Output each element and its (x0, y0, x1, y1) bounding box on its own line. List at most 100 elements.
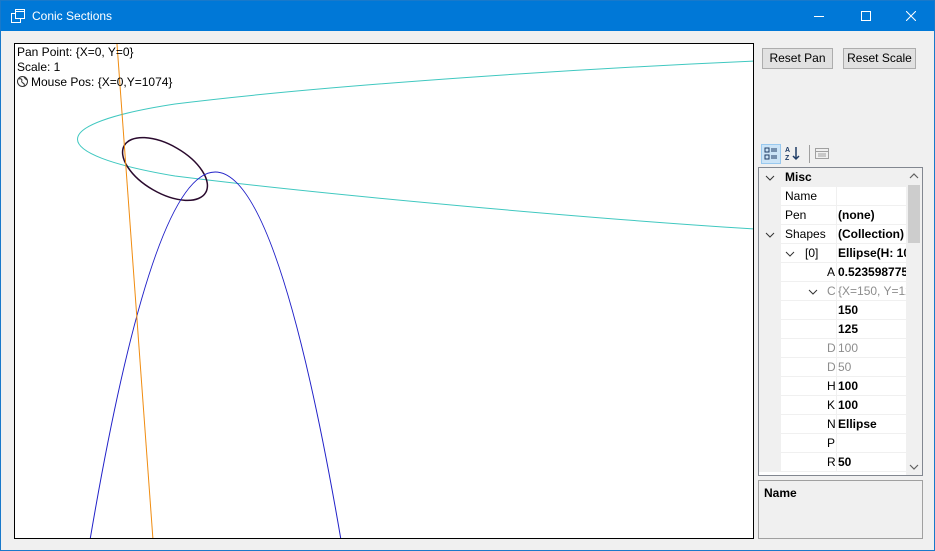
svg-text:Z: Z (785, 155, 790, 162)
pan-point-label: Pan Point: {X=0, Y=0} (17, 45, 134, 59)
property-value[interactable]: 100 (836, 339, 906, 358)
scroll-up-icon[interactable] (909, 172, 919, 180)
property-value[interactable]: 50 (836, 453, 906, 472)
property-value[interactable]: Ellipse (836, 415, 906, 434)
property-row-center-x[interactable]: 150 (759, 301, 906, 320)
property-name: P (827, 436, 836, 450)
help-pane: Name (758, 480, 923, 539)
row-margin (759, 415, 781, 434)
property-row-name[interactable]: Name (759, 187, 906, 206)
maximize-button[interactable] (843, 1, 889, 31)
property-pages-icon (815, 148, 829, 159)
row-margin (759, 320, 781, 339)
row-margin (759, 244, 781, 263)
property-name: R (827, 455, 836, 469)
reset-pan-button[interactable]: Reset Pan (762, 48, 833, 69)
row-margin (759, 282, 781, 301)
globe-icon (17, 76, 28, 87)
property-row-item-0[interactable]: [0] Ellipse(H: 100 (759, 244, 906, 263)
maximize-icon (861, 11, 871, 21)
property-value[interactable]: 150 (836, 301, 906, 320)
vertical-scrollbar[interactable] (906, 168, 922, 475)
name-cell: Shapes (781, 225, 836, 244)
svg-text:A: A (785, 147, 790, 154)
name-cell: N (781, 415, 836, 434)
close-icon (906, 11, 916, 21)
row-margin (759, 396, 781, 415)
property-row-n[interactable]: N Ellipse (759, 415, 906, 434)
property-name: C (827, 284, 836, 298)
category-cell: Misc (781, 168, 906, 187)
app-window-icon (11, 9, 25, 23)
property-name: N (827, 417, 836, 431)
row-margin (759, 453, 781, 472)
name-cell: D (781, 339, 836, 358)
reset-scale-button[interactable]: Reset Scale (843, 48, 916, 69)
name-cell: Name (781, 187, 836, 206)
row-margin (759, 301, 781, 320)
main-window: Conic Sections Pan Point: {X=0, Y=0} Sca… (0, 0, 935, 551)
chevron-down-icon[interactable] (765, 230, 775, 240)
row-margin (759, 434, 781, 453)
row-margin (759, 339, 781, 358)
property-row-p[interactable]: P (759, 434, 906, 453)
chevron-down-icon[interactable] (765, 173, 775, 183)
property-row-center[interactable]: C {X=150, Y=125} (759, 282, 906, 301)
property-value[interactable]: 100 (836, 396, 906, 415)
scrollbar-thumb[interactable] (908, 185, 920, 243)
minimize-button[interactable] (796, 1, 842, 31)
row-margin (759, 187, 781, 206)
property-row-shapes[interactable]: Shapes (Collection) (759, 225, 906, 244)
mouse-pos-label: Mouse Pos: {X=0,Y=1074} (31, 75, 173, 89)
property-row-k[interactable]: K 100 (759, 396, 906, 415)
title-bar[interactable]: Conic Sections (1, 1, 934, 31)
name-cell: D (781, 358, 836, 377)
categorized-button[interactable] (761, 144, 781, 164)
property-row-center-y[interactable]: 125 (759, 320, 906, 339)
property-value[interactable]: (Collection) (836, 225, 906, 244)
alphabetical-icon: A Z (785, 147, 800, 162)
property-value[interactable]: 125 (836, 320, 906, 339)
parabola-curve (89, 171, 342, 538)
property-value[interactable]: (none) (836, 206, 906, 225)
property-name: A (827, 265, 836, 279)
scroll-down-icon[interactable] (909, 463, 919, 471)
close-button[interactable] (888, 1, 934, 31)
help-title: Name (764, 486, 797, 500)
minimize-icon (814, 16, 824, 17)
property-row-r[interactable]: R 50 (759, 453, 906, 472)
property-value[interactable]: 100 (836, 377, 906, 396)
property-grid[interactable]: Misc Name Pen (none) Shapes (Collection) (758, 167, 923, 476)
property-row-angle[interactable]: A 0.5235987755 (759, 263, 906, 282)
property-value[interactable]: {X=150, Y=125} (836, 282, 906, 301)
conic-plot (77, 44, 753, 538)
property-pages-button[interactable] (813, 144, 833, 164)
property-grid-toolbar: A Z (758, 141, 923, 166)
property-row-d1[interactable]: D 100 (759, 339, 906, 358)
category-misc[interactable]: Misc (759, 168, 906, 187)
property-row-pen[interactable]: Pen (none) (759, 206, 906, 225)
mouse-pos-row: Mouse Pos: {X=0,Y=1074} (17, 75, 172, 90)
row-margin (759, 377, 781, 396)
property-row-d2[interactable]: D 50 (759, 358, 906, 377)
row-margin (759, 206, 781, 225)
chevron-down-icon[interactable] (785, 249, 795, 259)
name-cell (781, 320, 836, 339)
property-value[interactable]: Ellipse(H: 100 (836, 244, 906, 263)
name-cell: [0] (781, 244, 836, 263)
property-value[interactable] (836, 434, 906, 453)
property-row-h[interactable]: H 100 (759, 377, 906, 396)
drawing-canvas[interactable]: Pan Point: {X=0, Y=0} Scale: 1 Mouse Pos… (14, 43, 754, 539)
name-cell: A (781, 263, 836, 282)
property-name: D (827, 341, 836, 355)
property-name: Name (785, 189, 818, 203)
property-value[interactable] (836, 187, 906, 206)
property-name: Pen (785, 208, 807, 222)
property-name: Shapes (785, 227, 826, 241)
name-cell: R (781, 453, 836, 472)
property-value[interactable]: 0.5235987755 (836, 263, 906, 282)
canvas-info: Pan Point: {X=0, Y=0} Scale: 1 Mouse Pos… (17, 45, 172, 90)
chevron-down-icon[interactable] (808, 287, 818, 297)
property-value[interactable]: 50 (836, 358, 906, 377)
alphabetical-button[interactable]: A Z (784, 144, 804, 164)
